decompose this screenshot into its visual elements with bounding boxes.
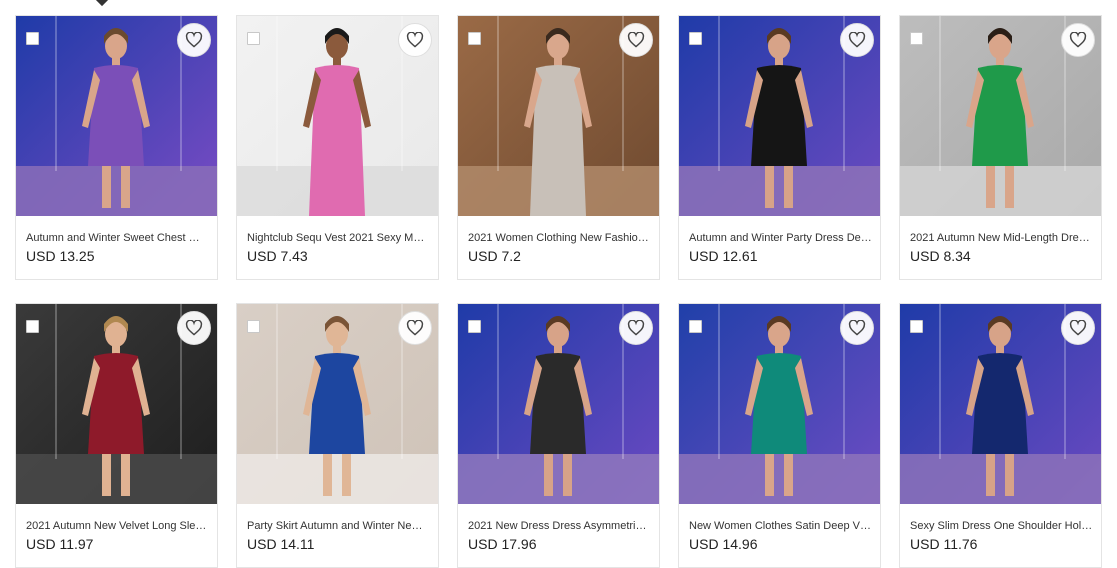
checkbox-icon[interactable] <box>689 32 702 45</box>
product-image[interactable] <box>16 16 217 216</box>
product-image[interactable] <box>458 304 659 504</box>
product-title[interactable]: 2021 Women Clothing New Fashion Sequin B… <box>468 232 651 244</box>
product-card[interactable]: New Women Clothes Satin Deep V Puff Slee… <box>678 303 881 568</box>
checkbox-icon[interactable] <box>247 320 260 333</box>
heart-outline-icon[interactable] <box>398 311 432 345</box>
product-title[interactable]: Sexy Slim Dress One Shoulder Hollow Sequ… <box>910 520 1093 532</box>
product-image[interactable] <box>679 16 880 216</box>
heart-outline-icon[interactable] <box>840 23 874 57</box>
product-card[interactable]: 2021 New Dress Dress Asymmetric Sequin S… <box>457 303 660 568</box>
product-card[interactable]: Party Skirt Autumn and Winter New Off Sh… <box>236 303 439 568</box>
product-card[interactable]: Sexy Slim Dress One Shoulder Hollow Sequ… <box>899 303 1102 568</box>
heart-outline-icon[interactable] <box>1061 23 1095 57</box>
product-image[interactable] <box>458 16 659 216</box>
product-price: USD 8.34 <box>910 248 971 264</box>
heart-outline-icon[interactable] <box>840 311 874 345</box>
heart-outline-icon[interactable] <box>1061 311 1095 345</box>
product-price: USD 12.61 <box>689 248 758 264</box>
product-card[interactable]: 2021 Women Clothing New Fashion Sequin B… <box>457 15 660 280</box>
heart-outline-icon[interactable] <box>619 311 653 345</box>
product-title[interactable]: Autumn and Winter Party Dress Deep V Bac… <box>689 232 872 244</box>
product-title[interactable]: Autumn and Winter Sweet Chest Wrap Sequi… <box>26 232 209 244</box>
product-card[interactable]: 2021 Autumn New Velvet Long Sleeve Bodyc… <box>15 303 218 568</box>
product-image[interactable] <box>900 304 1101 504</box>
product-image[interactable] <box>900 16 1101 216</box>
checkbox-icon[interactable] <box>26 32 39 45</box>
heart-outline-icon[interactable] <box>398 23 432 57</box>
checkbox-icon[interactable] <box>26 320 39 333</box>
product-image[interactable] <box>237 304 438 504</box>
product-title[interactable]: Party Skirt Autumn and Winter New Off Sh… <box>247 520 430 532</box>
dropdown-caret-icon <box>94 0 110 7</box>
checkbox-icon[interactable] <box>910 320 923 333</box>
product-price: USD 14.11 <box>247 536 315 552</box>
product-price: USD 11.97 <box>26 536 94 552</box>
checkbox-icon[interactable] <box>910 32 923 45</box>
product-card[interactable]: 2021 Autumn New Mid-Length Dress Satin W… <box>899 15 1102 280</box>
product-price: USD 13.25 <box>26 248 95 264</box>
product-card[interactable]: Autumn and Winter Sweet Chest Wrap Sequi… <box>15 15 218 280</box>
product-price: USD 7.2 <box>468 248 521 264</box>
product-card[interactable]: Autumn and Winter Party Dress Deep V Bac… <box>678 15 881 280</box>
product-price: USD 14.96 <box>689 536 758 552</box>
product-card[interactable]: Nightclub Sequ Vest 2021 Sexy Metal Sequ… <box>236 15 439 280</box>
checkbox-icon[interactable] <box>468 32 481 45</box>
product-price: USD 7.43 <box>247 248 308 264</box>
heart-outline-icon[interactable] <box>619 23 653 57</box>
heart-outline-icon[interactable] <box>177 311 211 345</box>
product-title[interactable]: New Women Clothes Satin Deep V Puff Slee… <box>689 520 872 532</box>
product-image[interactable] <box>679 304 880 504</box>
product-grid: Autumn and Winter Sweet Chest Wrap Sequi… <box>15 15 1102 568</box>
checkbox-icon[interactable] <box>689 320 702 333</box>
product-price: USD 11.76 <box>910 536 978 552</box>
product-image[interactable] <box>237 16 438 216</box>
product-title[interactable]: Nightclub Sequ Vest 2021 Sexy Metal Sequ… <box>247 232 430 244</box>
checkbox-icon[interactable] <box>247 32 260 45</box>
heart-outline-icon[interactable] <box>177 23 211 57</box>
product-image[interactable] <box>16 304 217 504</box>
product-price: USD 17.96 <box>468 536 537 552</box>
product-title[interactable]: 2021 New Dress Dress Asymmetric Sequin S… <box>468 520 651 532</box>
product-title[interactable]: 2021 Autumn New Velvet Long Sleeve Bodyc… <box>26 520 209 532</box>
checkbox-icon[interactable] <box>468 320 481 333</box>
product-title[interactable]: 2021 Autumn New Mid-Length Dress Satin W… <box>910 232 1093 244</box>
